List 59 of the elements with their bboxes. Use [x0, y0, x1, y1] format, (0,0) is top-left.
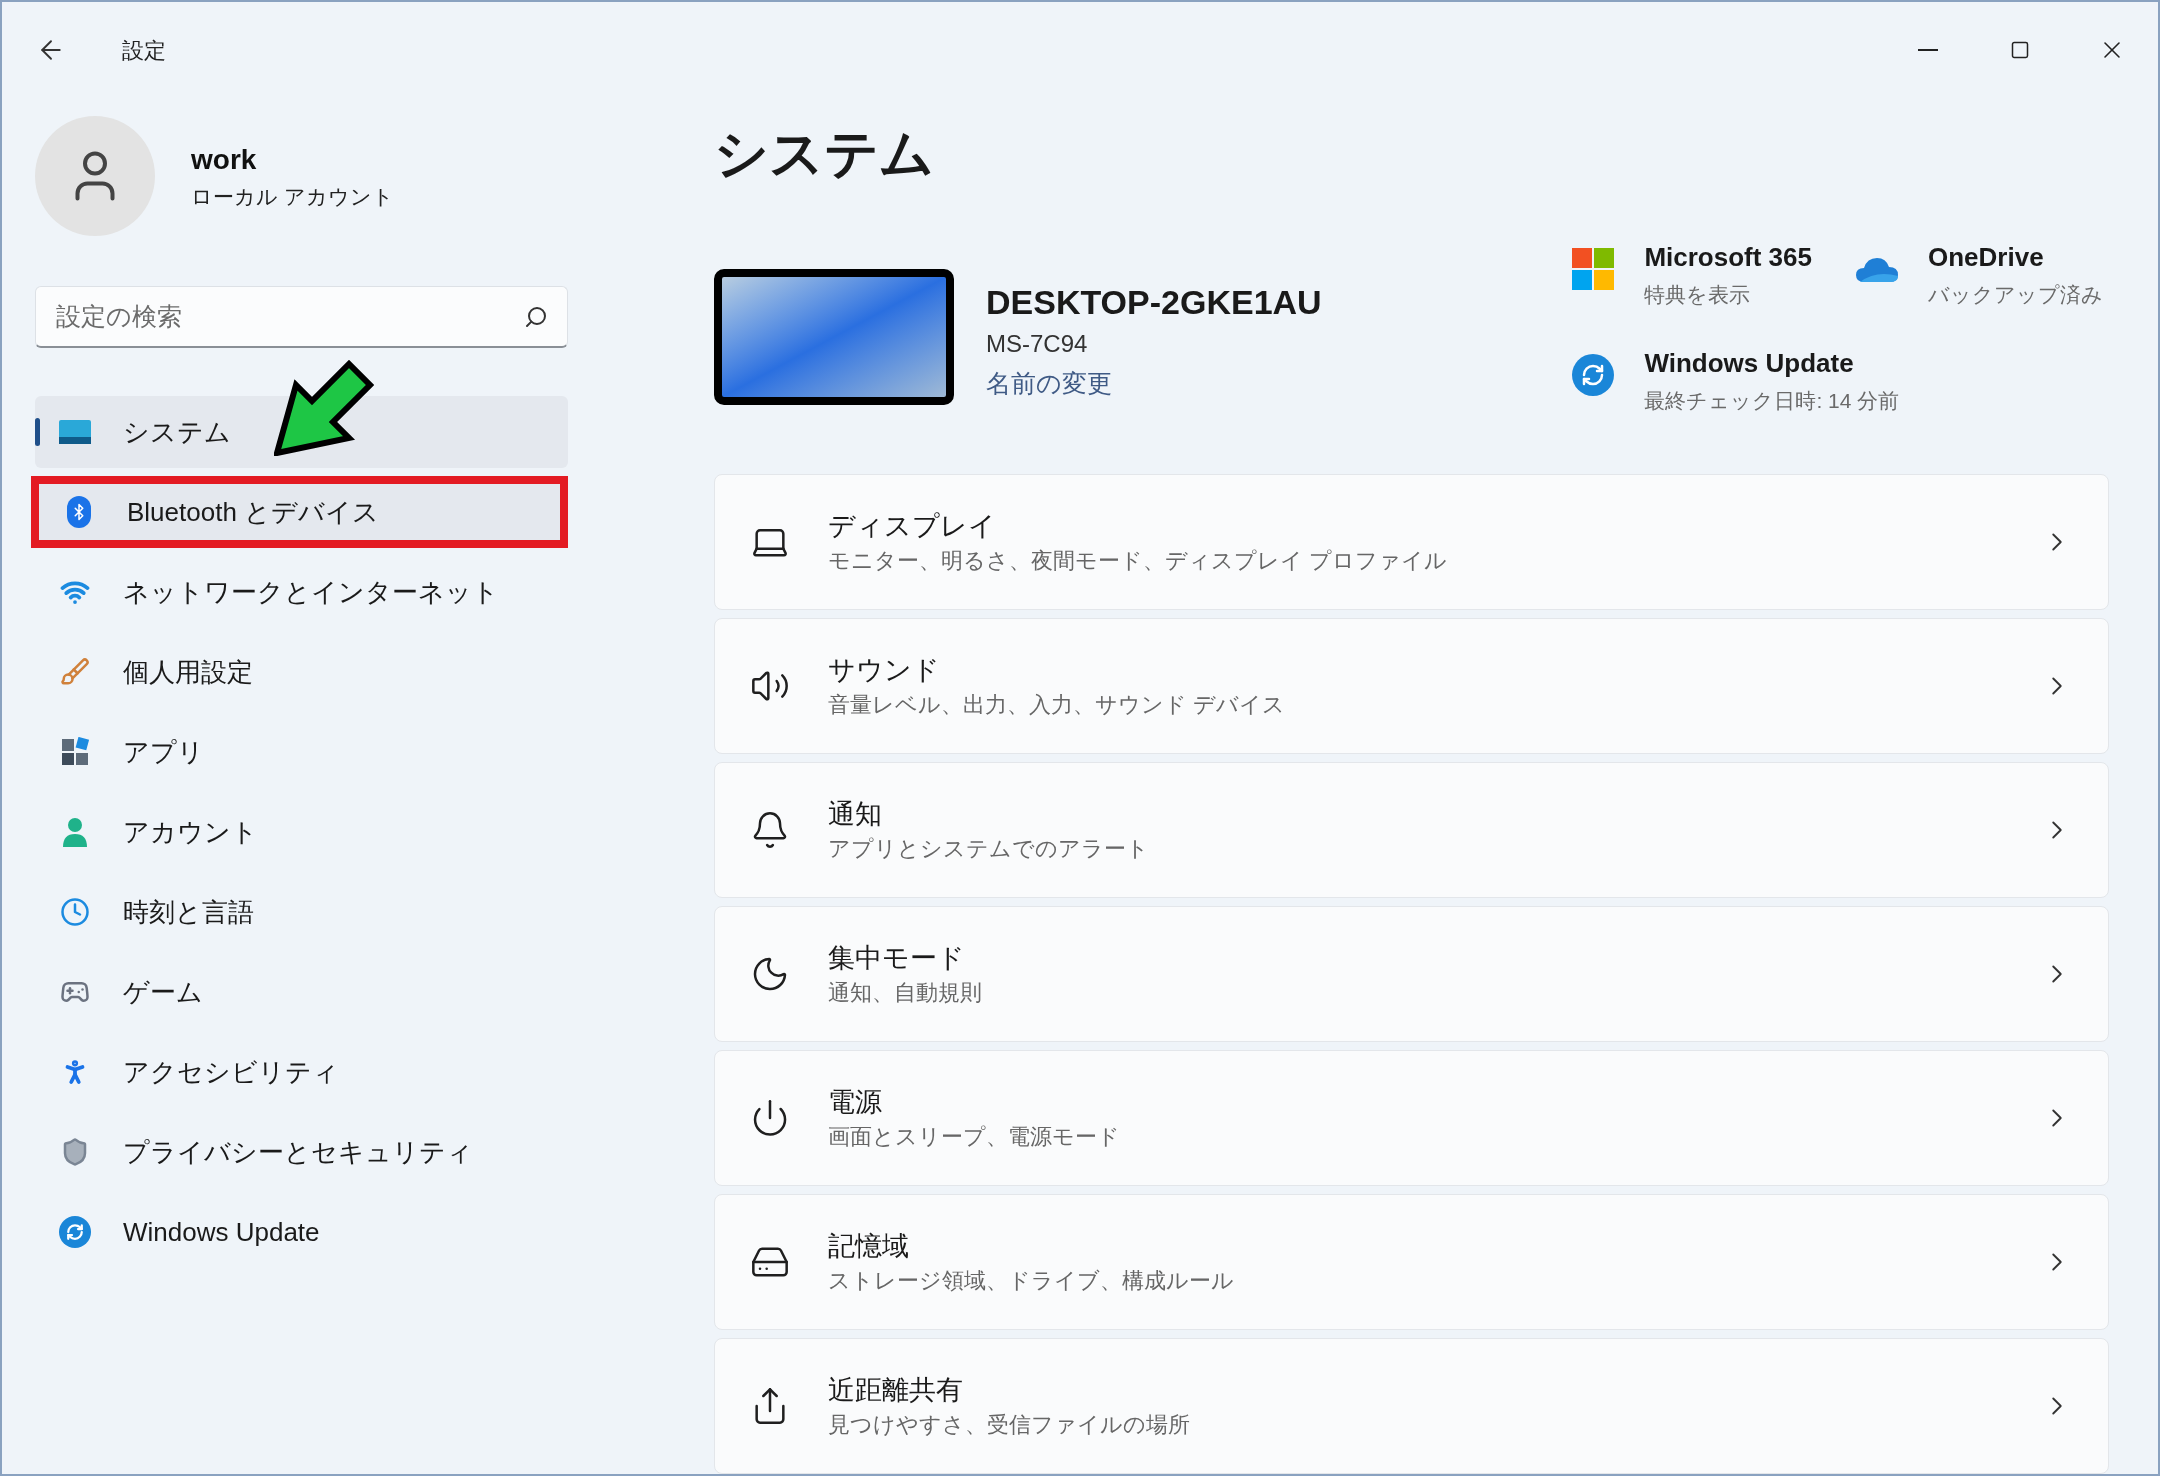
minimize-icon [1918, 49, 1938, 51]
brush-icon [60, 657, 90, 687]
settings-card[interactable]: 通知 アプリとシステムでのアラート [714, 762, 2109, 898]
quick-link-subtitle: 最終チェック日時: 14 分前 [1644, 388, 1900, 414]
search-field[interactable]: 設定の検索 [35, 286, 568, 348]
apps-icon [60, 737, 90, 767]
quick-link-title[interactable]: OneDrive [1928, 239, 2103, 275]
window-title: 設定 [122, 36, 166, 65]
search-icon [524, 305, 548, 329]
bluetooth-icon [67, 496, 91, 528]
settings-card[interactable]: 集中モード 通知、自動規則 [714, 906, 2109, 1042]
settings-card[interactable]: サウンド 音量レベル、出力、入力、サウンド デバイス [714, 618, 2109, 754]
device-model: MS-7C94 [986, 329, 1089, 359]
card-title: 集中モード [828, 942, 966, 975]
nav-item[interactable]: 個人用設定 [35, 636, 568, 708]
quick-link-title[interactable]: Microsoft 365 [1644, 239, 1812, 275]
nav-item[interactable]: Bluetooth とデバイス [31, 476, 568, 548]
card-title: 近距離共有 [828, 1374, 964, 1407]
card-title: 記憶域 [828, 1230, 910, 1263]
nav-item[interactable]: アカウント [35, 796, 568, 868]
card-title: 電源 [828, 1086, 883, 1119]
nav-item[interactable]: 時刻と言語 [35, 876, 568, 948]
monitor-icon [59, 420, 91, 444]
nav-item[interactable]: アプリ [35, 716, 568, 788]
quick-link-subtitle: バックアップ済み [1928, 282, 2103, 308]
card-subtitle: アプリとシステムでのアラート [828, 835, 1149, 863]
rename-link[interactable]: 名前の変更 [986, 363, 1322, 403]
four-squares-logo-icon [1572, 248, 1615, 290]
nav-item[interactable]: プライバシーとセキュリティ [35, 1116, 568, 1188]
selection-indicator [35, 418, 40, 446]
nav-item[interactable]: システム [35, 396, 568, 468]
card-subtitle: 見つけやすさ、受信ファイルの場所 [828, 1411, 1190, 1439]
nav-item[interactable]: ゲーム [35, 956, 568, 1028]
device-name: DESKTOP-2GKE1AU [986, 282, 1322, 323]
settings-card[interactable]: 記憶域 ストレージ領域、ドライブ、構成ルール [714, 1194, 2109, 1330]
settings-card[interactable]: 近距離共有 見つけやすさ、受信ファイルの場所 [714, 1338, 2109, 1474]
settings-card[interactable]: 電源 画面とスリープ、電源モード [714, 1050, 2109, 1186]
cloud-icon [1856, 256, 1898, 282]
card-subtitle: 音量レベル、出力、入力、サウンド デバイス [828, 691, 1286, 719]
card-title: ディスプレイ [828, 510, 997, 543]
card-subtitle: モニター、明るさ、夜間モード、ディスプレイ プロファイル [828, 547, 1448, 575]
update-icon [1572, 354, 1615, 396]
nav-item[interactable]: ネットワークとインターネット [35, 556, 568, 628]
account-type: ローカル アカウント [191, 184, 394, 211]
card-title: サウンド [828, 654, 941, 687]
update-icon [59, 1216, 91, 1248]
nav-item[interactable]: Windows Update [35, 1196, 568, 1268]
card-subtitle: 通知、自動規則 [828, 979, 982, 1007]
card-title: 通知 [828, 798, 883, 831]
card-subtitle: 画面とスリープ、電源モード [828, 1123, 1120, 1151]
quick-link-title[interactable]: Windows Update [1644, 345, 1900, 381]
quick-link-subtitle: 特典を表示 [1644, 282, 1752, 308]
card-subtitle: ストレージ領域、ドライブ、構成ルール [828, 1267, 1234, 1295]
page-title: システム [714, 122, 935, 185]
nav-item[interactable]: アクセシビリティ [35, 1036, 568, 1108]
account-name: work [191, 143, 258, 178]
maximize-icon [2010, 40, 2030, 60]
settings-card[interactable]: ディスプレイ モニター、明るさ、夜間モード、ディスプレイ プロファイル [714, 474, 2109, 610]
person-icon [62, 817, 88, 847]
